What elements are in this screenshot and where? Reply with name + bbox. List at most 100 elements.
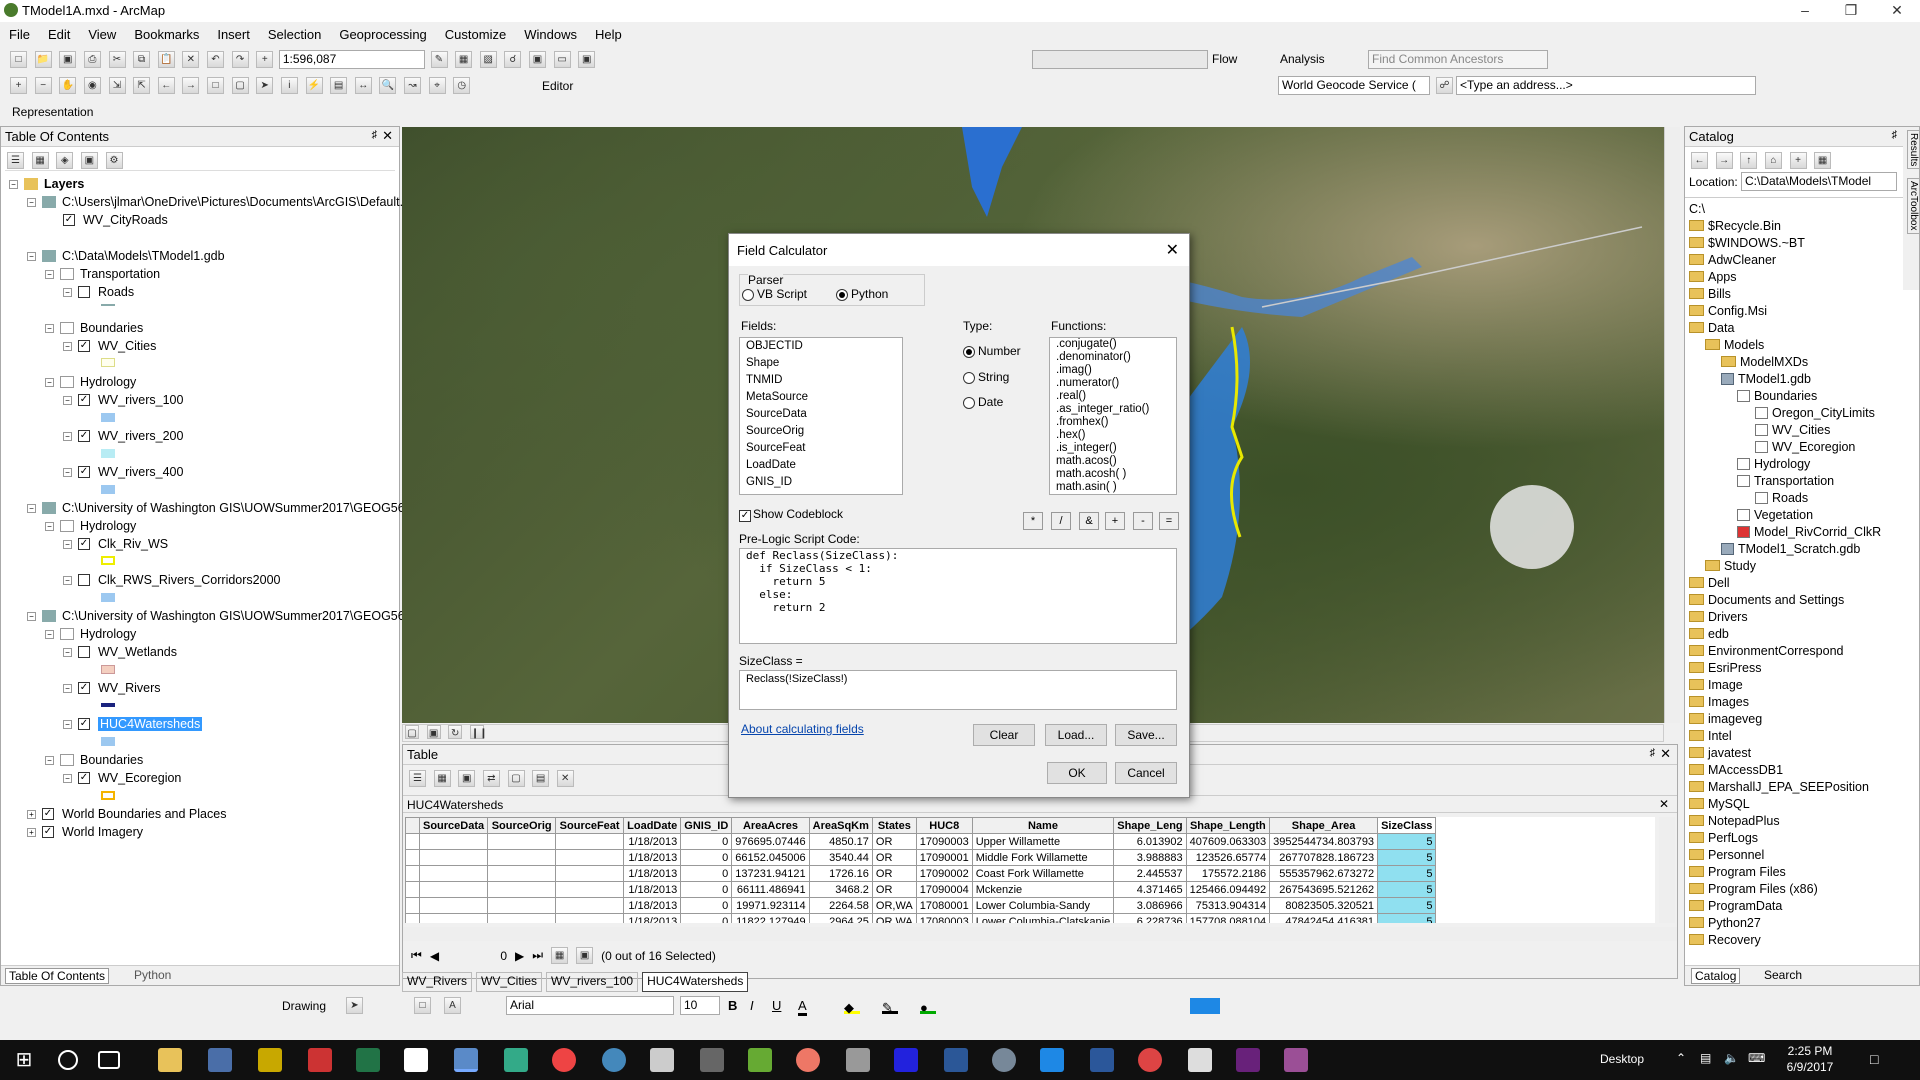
load-button[interactable]: Load... (1045, 724, 1107, 746)
options-icon[interactable]: ⚙ (105, 152, 123, 169)
excel-icon[interactable] (356, 1048, 380, 1072)
collapse-icon[interactable]: − (63, 287, 72, 297)
toc-item-huc4watersheds[interactable]: − ✓ HUC4Watersheds (63, 715, 203, 733)
function-item[interactable]: math.acos() (1050, 455, 1176, 468)
prelogic-code-editor[interactable]: def Reclass(SizeClass): if SizeClass < 1… (739, 548, 1177, 644)
table-cell[interactable] (555, 849, 625, 866)
pin-icon[interactable]: ♯ (1892, 129, 1898, 141)
list-by-visibility-icon[interactable]: ◈ (56, 152, 74, 169)
arctoolbox-icon[interactable]: ▣ (529, 51, 546, 68)
clear-button[interactable]: Clear (973, 724, 1035, 746)
menu-view[interactable]: View (79, 24, 125, 46)
table-cell[interactable]: 5 (1377, 913, 1437, 923)
field-item[interactable]: SourceData (740, 406, 902, 423)
table-cell[interactable]: 3.086966 (1113, 897, 1187, 914)
table-cell[interactable]: 1/18/2013 (623, 865, 682, 882)
type-date-radio[interactable]: Date (963, 395, 1003, 409)
table-cell[interactable] (555, 897, 625, 914)
collapse-icon[interactable]: − (27, 611, 36, 621)
open-icon[interactable]: 📁 (34, 51, 52, 68)
catalog-item[interactable]: NotepadPlus (1689, 812, 1780, 829)
table-cell[interactable]: 175572.2186 (1185, 865, 1271, 882)
collapse-icon[interactable]: − (63, 683, 72, 693)
field-item[interactable]: GNIS_ID (740, 474, 902, 491)
save-icon[interactable]: ▣ (59, 51, 77, 68)
list-by-drawing-order-icon[interactable]: ☰ (7, 152, 24, 169)
catalog-item[interactable]: Vegetation (1737, 506, 1813, 523)
table-row[interactable]: 1/18/2013 0 19971.923114 2264.58 OR,WA 170800… (405, 897, 1437, 914)
functions-list[interactable]: .conjugate() .denominator() .imag() .num… (1049, 337, 1177, 495)
column-header[interactable]: AreaAcres (731, 817, 810, 834)
toc-item[interactable]: − C:\Data\Models\TModel1.gdb (27, 247, 225, 265)
catalog-item[interactable]: ProgramData (1689, 897, 1782, 914)
table-cell[interactable]: 17090002 (915, 865, 973, 882)
tab-results[interactable]: Results (1907, 130, 1920, 170)
zoom-to-selected-icon[interactable]: ▤ (532, 770, 550, 787)
prev-record-icon[interactable]: ◀ (430, 949, 439, 963)
table-row[interactable]: 1/18/2013 0 976695.07446 4850.17 OR 17090003 U… (405, 833, 1437, 850)
geocode-service-combo[interactable]: World Geocode Service ( (1278, 76, 1430, 95)
menu-file[interactable]: File (0, 24, 39, 46)
table-row[interactable]: 1/18/2013 0 137231.94121 1726.16 OR 17090002 C… (405, 865, 1437, 882)
text-icon[interactable]: A (444, 997, 461, 1014)
collapse-icon[interactable]: − (45, 755, 54, 765)
table-cell[interactable]: 6.013902 (1113, 833, 1187, 850)
catalog-item[interactable]: $Recycle.Bin (1689, 217, 1781, 234)
collapse-icon[interactable]: − (45, 629, 54, 639)
table-cell[interactable]: 0 (680, 881, 733, 898)
close-icon[interactable]: ✕ (1660, 746, 1671, 762)
visibility-checkbox[interactable]: ✓ (78, 394, 90, 406)
about-calculating-fields-link[interactable]: About calculating fields (741, 722, 864, 736)
clear-selection-icon[interactable]: ▢ (231, 77, 249, 94)
catalog-item[interactable]: WV_Ecoregion (1755, 438, 1855, 455)
table-cell[interactable]: 3952544734.803793 (1269, 833, 1379, 850)
toc-item[interactable]: − ✓ WV_rivers_200 (63, 427, 183, 445)
network-icon[interactable]: ▤ (1700, 1051, 1711, 1065)
scale-combo[interactable]: 1:596,087 (278, 50, 425, 69)
show-all-records-icon[interactable]: ▦ (551, 947, 569, 964)
catalog-item[interactable]: Program Files (x86) (1689, 880, 1818, 897)
menu-edit[interactable]: Edit (39, 24, 79, 46)
table-cell[interactable]: 1/18/2013 (623, 833, 682, 850)
identify-icon[interactable]: i (280, 77, 298, 94)
notifications-icon[interactable]: □ (1870, 1051, 1878, 1067)
expand-icon[interactable]: + (27, 827, 36, 837)
cube-app-icon[interactable] (208, 1048, 232, 1072)
goto-xy-icon[interactable]: ⌖ (428, 77, 446, 94)
operator-plus-button[interactable]: + (1105, 512, 1125, 530)
pause-icon[interactable]: ❙❙ (469, 725, 488, 739)
function-item[interactable]: math.asin( ) (1050, 481, 1176, 494)
tool-icon[interactable] (650, 1048, 674, 1072)
table-cell[interactable]: OR (871, 849, 917, 866)
table-cell[interactable]: 125466.094492 (1185, 881, 1271, 898)
catalog-item[interactable]: AdwCleaner (1689, 251, 1776, 268)
catalog-item[interactable]: TModel1.gdb (1721, 370, 1811, 387)
table-cell[interactable] (418, 849, 489, 866)
table-cell[interactable]: 5 (1377, 833, 1437, 850)
table-cell[interactable]: Lower Columbia-Clatskanie (971, 913, 1115, 923)
catalog-item[interactable]: Dell (1689, 574, 1730, 591)
catalog-item[interactable]: Model_RivCorrid_ClkR (1737, 523, 1881, 540)
table-cell[interactable]: 5 (1377, 897, 1437, 914)
table-cell[interactable]: 75313.904314 (1185, 897, 1271, 914)
menu-bookmarks[interactable]: Bookmarks (125, 24, 208, 46)
volume-icon[interactable]: 🔈 (1724, 1051, 1739, 1065)
tab-python[interactable]: Python (131, 968, 174, 982)
column-header[interactable]: Shape_Leng (1113, 817, 1187, 834)
table-cell[interactable]: 0 (680, 833, 733, 850)
table-row[interactable]: 1/18/2013 0 66111.486941 3468.2 OR 17090004 Mc… (405, 881, 1437, 898)
record-app-icon[interactable] (1138, 1048, 1162, 1072)
table-cell[interactable]: OR (871, 865, 917, 882)
shadow-color-swatch[interactable] (1190, 998, 1220, 1014)
table-cell[interactable]: 17090004 (915, 881, 973, 898)
minimize-button[interactable]: – (1782, 0, 1828, 22)
tab-wv-rivers-100[interactable]: WV_rivers_100 (546, 972, 639, 992)
toc-item[interactable]: − C:\Users\jlmar\OneDrive\Pictures\Docume… (27, 193, 403, 211)
visibility-checkbox[interactable]: ✓ (78, 772, 90, 784)
table-cell[interactable] (487, 913, 557, 923)
font-combo[interactable]: Arial (506, 996, 674, 1015)
table-cell[interactable]: 1/18/2013 (623, 913, 682, 923)
visual-studio-icon[interactable] (1236, 1048, 1260, 1072)
toc-item[interactable]: − Hydrology (45, 625, 136, 643)
catalog-item[interactable]: ModelMXDs (1721, 353, 1808, 370)
